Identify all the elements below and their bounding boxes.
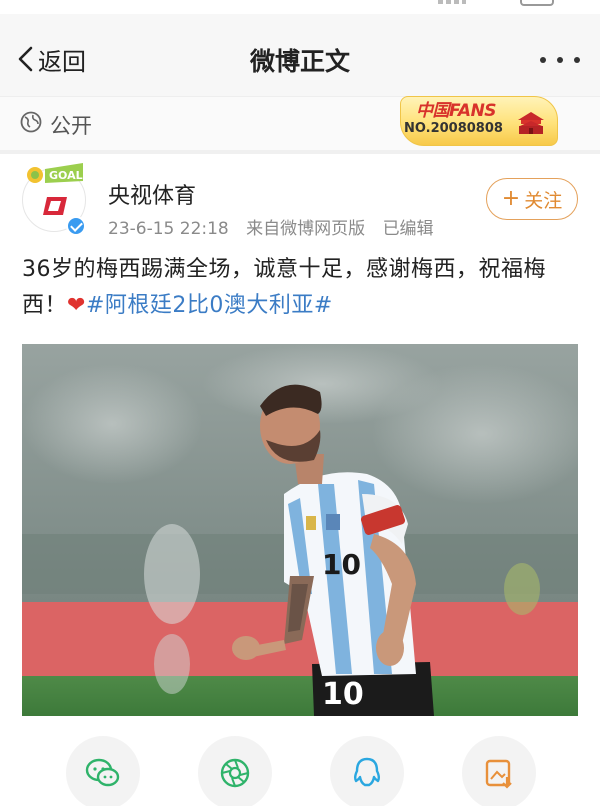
wechat-icon xyxy=(85,758,120,787)
author-name[interactable]: 央视体育 xyxy=(108,178,196,210)
visibility-label: 公开 xyxy=(50,114,92,138)
post-photo[interactable]: 10 10 xyxy=(22,344,578,716)
fans-badge-title: 中国FANS xyxy=(416,101,497,121)
weibo-post-screen: 返回 微博正文 公开 中国FANS NO.20080808 GOAL! 央视体育… xyxy=(0,0,600,806)
save-image-icon xyxy=(485,759,512,789)
save-image-button[interactable] xyxy=(462,736,536,806)
more-dot-icon xyxy=(557,57,563,63)
fans-badge[interactable]: 中国FANS NO.20080808 xyxy=(400,96,560,148)
back-label: 返回 xyxy=(38,47,86,76)
jersey-number: 10 xyxy=(322,548,361,581)
qq-icon xyxy=(354,757,380,787)
post-source: 来自微博网页版 xyxy=(246,219,366,239)
share-qq-button[interactable] xyxy=(330,736,404,806)
goal-badge-icon: GOAL! xyxy=(27,163,87,183)
svg-text:GOAL!: GOAL! xyxy=(49,169,87,182)
chevron-left-icon xyxy=(18,46,33,72)
page-title: 微博正文 xyxy=(249,47,350,76)
heart-icon: ❤ xyxy=(67,293,86,318)
share-wechat-button[interactable] xyxy=(66,736,140,806)
verified-badge-icon xyxy=(66,216,86,236)
battery-icon xyxy=(520,0,554,6)
post-meta: 23-6-15 22:18 来自微博网页版 已编辑 xyxy=(108,214,446,239)
more-dot-icon xyxy=(540,57,546,63)
football-player-photo: 10 10 xyxy=(22,344,578,716)
follow-label: 关注 xyxy=(524,189,563,212)
nav-bar: 返回 微博正文 xyxy=(0,14,600,96)
back-button[interactable]: 返回 xyxy=(16,42,86,76)
post-text: 36岁的梅西踢满全场，诚意十足，感谢梅西，祝福梅西！❤#阿根廷2比0澳大利亚# xyxy=(22,252,582,324)
post-date: 23-6-15 22:18 xyxy=(108,219,229,239)
status-bar xyxy=(0,0,600,14)
share-bar xyxy=(0,734,600,806)
globe-icon xyxy=(20,111,42,133)
more-options-button[interactable] xyxy=(540,50,580,70)
section-divider xyxy=(0,150,600,154)
hashtag-link[interactable]: #阿根廷2比0澳大利亚# xyxy=(86,293,333,318)
moments-icon xyxy=(220,758,250,788)
fans-badge-number: NO.20080808 xyxy=(404,121,503,136)
wifi-icon xyxy=(486,0,502,4)
tiananmen-icon xyxy=(518,112,544,134)
share-moments-button[interactable] xyxy=(198,736,272,806)
follow-button[interactable]: + 关注 xyxy=(486,178,578,220)
cctv-sports-logo-icon xyxy=(43,197,67,215)
post-edited-flag: 已编辑 xyxy=(382,219,434,239)
signal-icon xyxy=(438,0,466,4)
plus-icon: + xyxy=(501,186,521,211)
shorts-number: 10 xyxy=(322,677,364,712)
more-dot-icon xyxy=(574,57,580,63)
